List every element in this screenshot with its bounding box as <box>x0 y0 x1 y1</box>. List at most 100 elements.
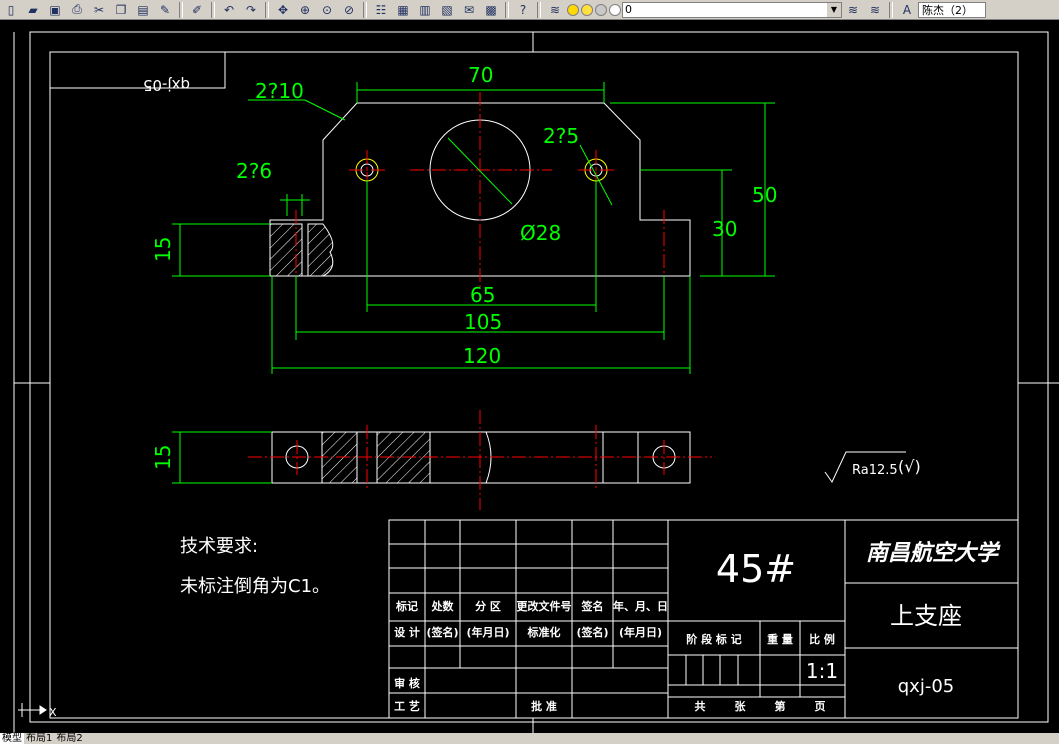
toolbar-separator <box>889 1 893 18</box>
stage-header-2: 比 例 <box>809 632 835 646</box>
toolbar-separator <box>537 1 541 18</box>
design-row-4: (签名) <box>576 625 608 639</box>
design-row-0: 设 计 <box>394 625 420 639</box>
university-name: 南昌航空大学 <box>866 540 1001 566</box>
toolbar-separator <box>363 1 367 18</box>
toolbar-separator <box>505 1 509 18</box>
toolbar-separator <box>179 1 183 18</box>
design-row-5: (年月日) <box>619 625 662 639</box>
dim-height-mid: 30 <box>712 217 737 241</box>
save-icon: ▣ <box>49 2 61 17</box>
sun-icon[interactable] <box>581 3 593 16</box>
leader-line <box>304 99 346 121</box>
open-icon: ▰ <box>28 2 38 17</box>
section-hatch <box>307 223 334 277</box>
design-center-button[interactable]: ▦ <box>393 1 413 19</box>
copy-icon: ❐ <box>115 2 127 17</box>
part-name: 上支座 <box>890 602 962 630</box>
toolbar-separator <box>265 1 269 18</box>
layout-tabs: 模型 布局1 布局2 <box>0 733 1059 744</box>
markup-icon: ✉ <box>463 2 475 17</box>
tab-layout1[interactable]: 布局1 <box>24 733 54 744</box>
dim-plan-height: 15 <box>151 445 175 470</box>
code-box-label: qxj-05 <box>143 76 190 94</box>
redo-icon: ↷ <box>245 2 257 17</box>
dim-chamfer: 2?10 <box>255 79 304 103</box>
properties-icon: ☷ <box>375 2 387 17</box>
pan-button[interactable]: ✥ <box>273 1 293 19</box>
text-style-icon: A <box>902 2 912 17</box>
dim-top-width: 70 <box>468 63 493 87</box>
drawing-canvas[interactable]: qxj-05 Ø28 70 2?10 2?5 2?6 50 30 15 65 105 120 15 Ra1… <box>0 20 1059 733</box>
layer-dropdown-value: 0 <box>625 3 632 16</box>
code-box <box>49 51 226 89</box>
tab-model[interactable]: 模型 <box>0 733 24 744</box>
calculator-icon: ▩ <box>485 2 497 17</box>
scale-value: 1:1 <box>806 659 838 683</box>
chevron-down-icon[interactable]: ▼ <box>827 2 841 17</box>
zoom-window-icon: ⊙ <box>321 2 333 17</box>
markup-button[interactable]: ✉ <box>459 1 479 19</box>
help-button[interactable]: ? <box>513 1 533 19</box>
dim-total-width: 120 <box>463 344 501 368</box>
revision-header-5: 年、月、日 <box>613 599 668 613</box>
undo-icon: ↶ <box>223 2 235 17</box>
dim-height-total: 50 <box>752 183 777 207</box>
brush-icon: ✐ <box>191 2 203 17</box>
new-icon: ▯ <box>7 2 15 17</box>
design-row-2: (年月日) <box>466 625 509 639</box>
layer-previous-icon: ≋ <box>847 2 859 17</box>
sheet-set-icon: ▧ <box>441 2 453 17</box>
help-icon: ? <box>519 2 527 17</box>
new-button[interactable]: ▯ <box>1 1 21 19</box>
surface-finish-value: Ra12.5 <box>852 463 898 478</box>
lock-icon[interactable] <box>595 3 607 16</box>
print-button[interactable]: ⎙ <box>67 1 87 19</box>
text-style-value: 陈杰（2） <box>922 3 973 17</box>
bulb-icon[interactable] <box>567 3 579 16</box>
standard-toolbar: ▯ ▰ ▣ ⎙ ✂ ❐ ▤ ✎ ✐ ↶ ↷ ✥ ⊕ ⊙ ⊘ ☷ ▦ ▥ ▧ ✉ ▩? ≋ 0 ▼ ≋ ≋ A 陈杰（2） <box>0 0 1059 20</box>
print-icon: ⎙ <box>72 2 82 16</box>
revision-header-0: 标记 <box>395 599 418 613</box>
zoom-realtime-icon: ⊕ <box>299 2 311 17</box>
design-center-icon: ▦ <box>397 2 409 17</box>
brush-button[interactable]: ✐ <box>187 1 207 19</box>
redo-button[interactable]: ↷ <box>241 1 261 19</box>
design-row-1: (签名) <box>426 625 458 639</box>
revision-header-4: 签名 <box>581 599 604 613</box>
cut-button[interactable]: ✂ <box>89 1 109 19</box>
paste-button[interactable]: ▤ <box>133 1 153 19</box>
copy-button[interactable]: ❐ <box>111 1 131 19</box>
tech-requirements-note: 未标注倒角为C1。 <box>180 576 330 597</box>
surface-finish-extra: (√) <box>898 457 921 476</box>
color-swatch-icon[interactable] <box>609 3 621 16</box>
match-properties-button[interactable]: ✎ <box>155 1 175 19</box>
layer-states-icon: ≋ <box>869 2 881 17</box>
open-button[interactable]: ▰ <box>23 1 43 19</box>
revision-header-1: 处数 <box>431 599 455 613</box>
tool-palettes-button[interactable]: ▥ <box>415 1 435 19</box>
undo-button[interactable]: ↶ <box>219 1 239 19</box>
calculator-button[interactable]: ▩ <box>481 1 501 19</box>
zoom-previous-button[interactable]: ⊘ <box>339 1 359 19</box>
zoom-window-button[interactable]: ⊙ <box>317 1 337 19</box>
dim-left-height: 15 <box>151 237 175 262</box>
dim-hole-spacing: 65 <box>470 283 495 307</box>
sheet-row-3: 页 <box>815 700 826 713</box>
save-button[interactable]: ▣ <box>45 1 65 19</box>
properties-button[interactable]: ☷ <box>371 1 391 19</box>
layer-dropdown[interactable]: 0 ▼ <box>622 1 842 18</box>
dim-bore: Ø28 <box>520 221 561 245</box>
zoom-realtime-button[interactable]: ⊕ <box>295 1 315 19</box>
layer-states-button[interactable]: ≋ <box>865 1 885 19</box>
text-style-button[interactable]: A <box>897 1 917 19</box>
layer-manager-icon: ≋ <box>549 2 561 17</box>
stage-header-1: 重 量 <box>767 632 793 646</box>
layer-previous-button[interactable]: ≋ <box>843 1 863 19</box>
pan-icon: ✥ <box>277 2 289 17</box>
tab-layout2[interactable]: 布局2 <box>54 733 84 744</box>
cut-icon: ✂ <box>93 2 105 17</box>
layer-manager-button[interactable]: ≋ <box>545 1 565 19</box>
sheet-set-button[interactable]: ▧ <box>437 1 457 19</box>
text-style-field[interactable]: 陈杰（2） <box>918 1 986 18</box>
